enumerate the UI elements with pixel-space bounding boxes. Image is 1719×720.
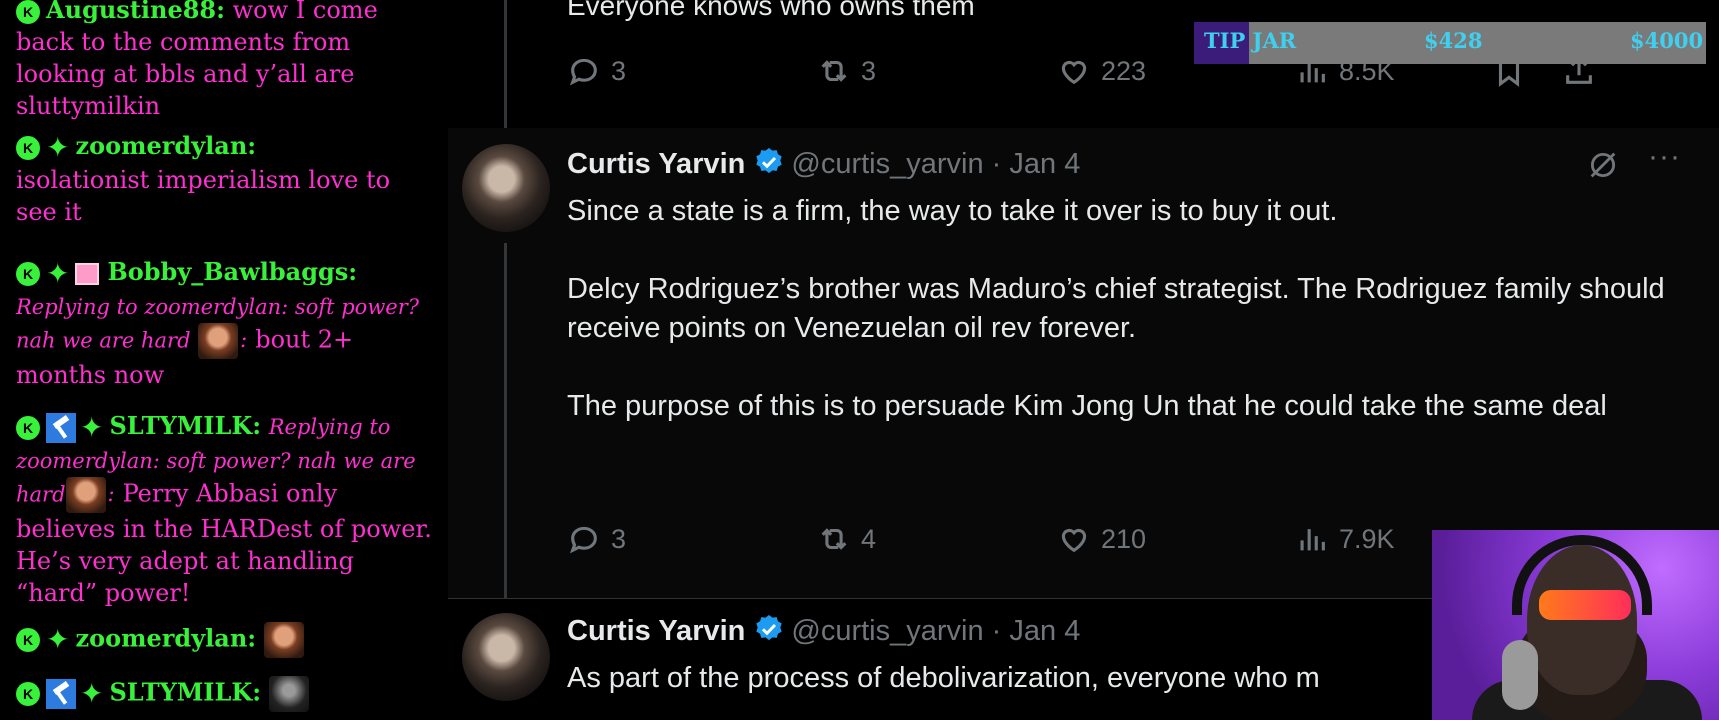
chat-reply-context: hard: [16, 482, 66, 506]
tweet-text: Since a state is a firm, the way to take…: [567, 195, 1665, 422]
chat-username[interactable]: Augustine88:: [46, 0, 225, 24]
repost-icon: [821, 60, 847, 82]
kick-badge-icon: K: [16, 682, 40, 706]
like-button[interactable]: 223: [1057, 54, 1146, 88]
author-handle[interactable]: @curtis_yarvin: [791, 148, 983, 180]
more-options-icon[interactable]: ···: [1648, 140, 1681, 174]
like-button[interactable]: 210: [1057, 522, 1146, 556]
tweet-header: Curtis Yarvin @curtis_yarvin · Jan 4: [567, 148, 1081, 180]
sparkle-badge-icon: ✦: [46, 130, 70, 164]
tweet-date[interactable]: Jan 4: [1009, 148, 1080, 180]
repost-button[interactable]: 3: [817, 54, 876, 88]
reply-button[interactable]: 3: [567, 54, 626, 88]
sparkle-badge-icon: ✦: [46, 623, 70, 656]
moderator-hammer-icon: [46, 679, 76, 709]
views-button[interactable]: 7.9K: [1295, 522, 1395, 556]
heart-icon: [1061, 528, 1087, 553]
heart-icon: [1061, 60, 1087, 85]
chat-message: K ✦ zoomerdylan: isolationist imperialism …: [16, 130, 436, 228]
tweet[interactable]: Curtis Yarvin @curtis_yarvin · Jan 4 ··· …: [448, 128, 1719, 598]
chat-username[interactable]: Bobby_Bawlbaggs:: [107, 257, 357, 286]
chat-username[interactable]: SLTYMILK:: [109, 411, 261, 440]
tip-jar-label: TIP JAR: [1204, 28, 1297, 53]
chat-message: K Augustine88: wow I come back to the com…: [16, 0, 436, 122]
kick-badge-icon: K: [16, 0, 40, 24]
verified-badge-icon: [756, 615, 783, 641]
laughing-emote-icon: [65, 476, 106, 513]
repost-button[interactable]: 4: [817, 522, 876, 556]
microphone-icon: [1502, 640, 1538, 710]
chat-username[interactable]: SLTYMILK:: [109, 678, 261, 707]
kick-badge-icon: K: [16, 628, 40, 652]
grok-icon[interactable]: [1586, 148, 1620, 182]
chat-username[interactable]: zoomerdylan:: [75, 131, 256, 160]
verified-badge-icon: [756, 148, 783, 174]
streamer-webcam: [1432, 530, 1719, 720]
tip-jar-goal-bar: TIP JAR $428 $4000: [1194, 22, 1706, 64]
analytics-icon: [1300, 529, 1325, 551]
chat-message: K ✦ zoomerdylan:: [16, 622, 436, 658]
moderator-hammer-icon: [46, 412, 76, 443]
reply-icon: [569, 526, 597, 554]
laughing-emote-icon: [198, 322, 239, 359]
chat-message: K ✦ SLTYMILK: Replying to zoomerdylan: sof…: [16, 410, 432, 607]
chat-text: isolationist imperialism love to see it: [16, 165, 391, 226]
reply-icon: [569, 58, 597, 86]
author-handle[interactable]: @curtis_yarvin: [791, 615, 983, 647]
author-name[interactable]: Curtis Yarvin: [567, 148, 745, 180]
thread-connector-line: [504, 0, 507, 130]
kick-badge-icon: K: [16, 415, 40, 440]
stream-chat: K Augustine88: wow I come back to the com…: [0, 0, 440, 720]
tweet-header: Curtis Yarvin @curtis_yarvin · Jan 4: [567, 615, 1081, 647]
headset-icon: [1512, 535, 1652, 615]
tweet-date[interactable]: Jan 4: [1009, 615, 1080, 647]
chat-message: K ✦ SLTYMILK:: [16, 676, 436, 712]
tweet-text: Everyone knows who owns them: [567, 0, 975, 21]
kick-badge-icon: K: [16, 135, 40, 160]
tip-jar-goal: $4000: [1630, 28, 1704, 53]
chat-message: K ✦ Bobby_Bawlbaggs: Replying to zoomerdyl…: [16, 256, 420, 389]
sparkle-badge-icon: ✦: [46, 256, 70, 290]
sparkle-badge-icon: ✦: [80, 410, 104, 444]
chat-username[interactable]: zoomerdylan:: [75, 624, 256, 653]
tip-jar-current: $428: [1424, 28, 1483, 53]
thread-connector-line: [504, 243, 507, 598]
sparkle-badge-icon: ✦: [80, 677, 104, 710]
repost-icon: [821, 528, 847, 550]
gift-badge-icon: [75, 262, 100, 285]
kick-badge-icon: K: [16, 261, 40, 286]
laughing-emote-icon: [263, 622, 304, 658]
reply-button[interactable]: 3: [567, 522, 626, 556]
avatar[interactable]: [462, 613, 550, 701]
avatar[interactable]: [462, 144, 550, 232]
author-name[interactable]: Curtis Yarvin: [567, 615, 745, 647]
emote-icon: [268, 676, 309, 712]
